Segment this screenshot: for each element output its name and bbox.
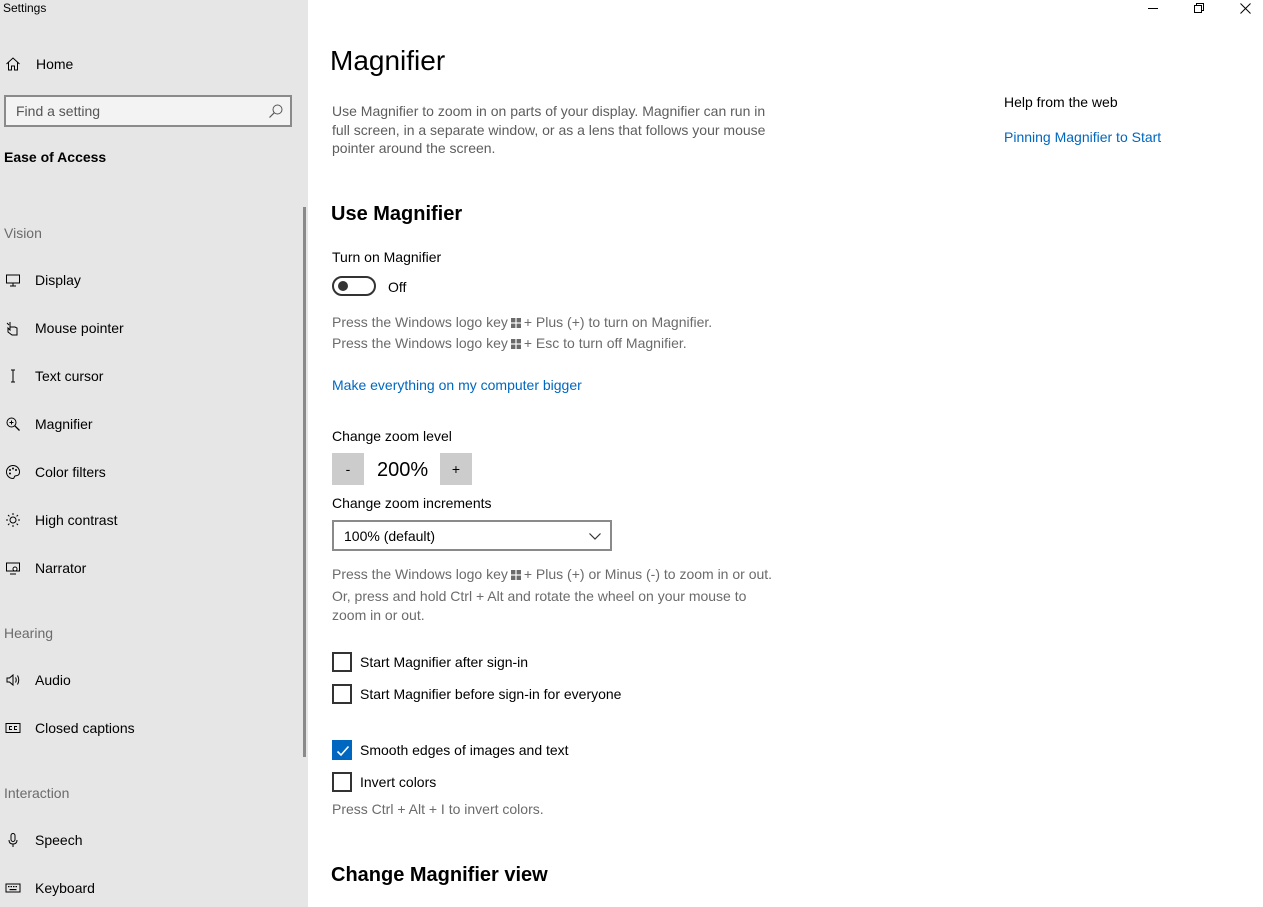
windows-logo-icon — [510, 314, 521, 333]
zoom-level-label: Change zoom level — [332, 428, 452, 444]
start-before-signin-checkbox[interactable] — [332, 684, 352, 704]
group-label-hearing: Hearing — [4, 625, 54, 641]
page-description: Use Magnifier to zoom in on parts of you… — [332, 103, 766, 156]
checkbox-label: Start Magnifier after sign-in — [360, 654, 529, 670]
shortcut-on-line: Press the Windows logo key + Plus (+) to … — [332, 313, 712, 333]
sidebar-item-mouse-pointer[interactable]: Mouse pointer — [0, 308, 300, 348]
search-box[interactable] — [4, 95, 292, 127]
shortcut-off-line: Press the Windows logo key + Esc to turn … — [332, 334, 712, 354]
sidebar-item-label: Display — [35, 272, 81, 288]
zoom-hint-line-3: zoom in or out. — [332, 607, 425, 623]
section-heading-use-magnifier: Use Magnifier — [331, 203, 463, 225]
section-heading-change-view: Change Magnifier view — [331, 864, 548, 886]
toggle-label: Turn on Magnifier — [332, 249, 442, 265]
sidebar-item-closed-captions[interactable]: Closed captions — [0, 708, 300, 748]
sidebar-item-color-filters[interactable]: Color filters — [0, 452, 300, 492]
search-icon[interactable] — [268, 103, 284, 119]
sidebar-item-label: Mouse pointer — [35, 320, 124, 336]
magnifier-icon — [4, 415, 22, 433]
sidebar-item-keyboard[interactable]: Keyboard — [0, 868, 300, 907]
sidebar-item-home[interactable]: Home — [0, 44, 300, 84]
checkbox-row-smooth-edges[interactable]: Smooth edges of images and text — [332, 740, 569, 760]
zoom-increments-label: Change zoom increments — [332, 495, 492, 511]
checkbox-label: Start Magnifier before sign-in for every… — [360, 686, 622, 702]
pinning-magnifier-link[interactable]: Pinning Magnifier to Start — [1004, 129, 1161, 145]
smooth-edges-checkbox[interactable] — [332, 740, 352, 760]
home-icon — [4, 55, 22, 73]
sidebar: Settings Home Ease of Access Vision Disp… — [0, 0, 308, 907]
sidebar-item-label: High contrast — [35, 512, 118, 528]
microphone-icon — [4, 831, 22, 849]
zoom-out-button[interactable]: - — [332, 453, 364, 485]
sidebar-item-label: Closed captions — [35, 720, 135, 736]
sidebar-item-label: Keyboard — [35, 880, 95, 896]
magnifier-toggle[interactable] — [332, 276, 376, 296]
chevron-down-icon — [588, 529, 602, 543]
zoom-level-value: 200% — [377, 459, 429, 481]
sidebar-item-audio[interactable]: Audio — [0, 660, 300, 700]
page-title: Magnifier — [330, 45, 446, 76]
help-title: Help from the web — [1004, 94, 1118, 110]
audio-icon — [4, 671, 22, 689]
sidebar-item-label: Audio — [35, 672, 71, 688]
start-after-signin-checkbox[interactable] — [332, 652, 352, 672]
restore-button[interactable] — [1176, 0, 1222, 16]
toggle-knob — [338, 281, 348, 291]
sidebar-item-label: Narrator — [35, 560, 87, 576]
sidebar-item-label: Magnifier — [35, 416, 93, 432]
invert-colors-checkbox[interactable] — [332, 772, 352, 792]
sidebar-item-label: Color filters — [35, 464, 106, 480]
toggle-state: Off — [388, 279, 407, 295]
make-everything-bigger-link[interactable]: Make everything on my computer bigger — [332, 377, 582, 393]
minimize-button[interactable] — [1130, 0, 1176, 16]
sidebar-item-label: Text cursor — [35, 368, 104, 384]
sidebar-item-label: Home — [36, 56, 74, 72]
group-label-interaction: Interaction — [4, 785, 70, 801]
sidebar-item-magnifier[interactable]: Magnifier — [0, 404, 300, 444]
current-section-title: Ease of Access — [4, 149, 107, 165]
zoom-increments-dropdown[interactable]: 100% (default) — [332, 520, 612, 551]
sidebar-item-text-cursor[interactable]: Text cursor — [0, 356, 300, 396]
zoom-hint: Press the Windows logo key + Plus (+) or … — [332, 565, 772, 625]
settings-window: Settings Home Ease of Access Vision Disp… — [0, 0, 1263, 907]
high-contrast-icon — [4, 511, 22, 529]
shortcut-hint: Press the Windows logo key + Plus (+) to … — [332, 313, 712, 354]
main-content: Magnifier Use Magnifier to zoom in on pa… — [308, 0, 1263, 907]
minimize-icon — [1148, 8, 1158, 9]
checkbox-row-start-after-signin[interactable]: Start Magnifier after sign-in — [332, 652, 528, 672]
text-cursor-icon — [4, 367, 22, 385]
sidebar-item-high-contrast[interactable]: High contrast — [0, 500, 300, 540]
windows-logo-icon — [510, 566, 521, 585]
sidebar-item-narrator[interactable]: Narrator — [0, 548, 300, 588]
checkbox-row-invert-colors[interactable]: Invert colors — [332, 772, 436, 792]
color-filters-icon — [4, 463, 22, 481]
close-button[interactable] — [1222, 0, 1263, 16]
restore-icon — [1194, 3, 1204, 13]
group-label-vision: Vision — [4, 225, 42, 241]
zoom-hint-line-2: Or, press and hold Ctrl + Alt and rotate… — [332, 588, 747, 604]
closed-captions-icon — [4, 719, 22, 737]
mouse-pointer-icon — [4, 319, 22, 337]
sidebar-item-speech[interactable]: Speech — [0, 820, 300, 860]
app-title: Settings — [3, 1, 47, 15]
dropdown-value: 100% (default) — [344, 528, 436, 544]
checkbox-row-start-before-signin[interactable]: Start Magnifier before sign-in for every… — [332, 684, 621, 704]
checkbox-label: Invert colors — [360, 774, 437, 790]
keyboard-icon — [4, 879, 22, 897]
display-icon — [4, 271, 22, 289]
invert-hint: Press Ctrl + Alt + I to invert colors. — [332, 801, 544, 817]
sidebar-scrollbar[interactable] — [303, 207, 306, 757]
narrator-icon — [4, 559, 22, 577]
zoom-in-button[interactable]: + — [440, 453, 472, 485]
search-input[interactable] — [16, 102, 256, 120]
checkmark-icon — [336, 745, 350, 757]
sidebar-item-display[interactable]: Display — [0, 260, 300, 300]
windows-logo-icon — [510, 335, 521, 354]
checkbox-label: Smooth edges of images and text — [360, 742, 569, 758]
close-icon — [1239, 2, 1251, 14]
sidebar-item-label: Speech — [35, 832, 83, 848]
zoom-hint-line-1: Press the Windows logo key + Plus (+) or … — [332, 565, 772, 585]
